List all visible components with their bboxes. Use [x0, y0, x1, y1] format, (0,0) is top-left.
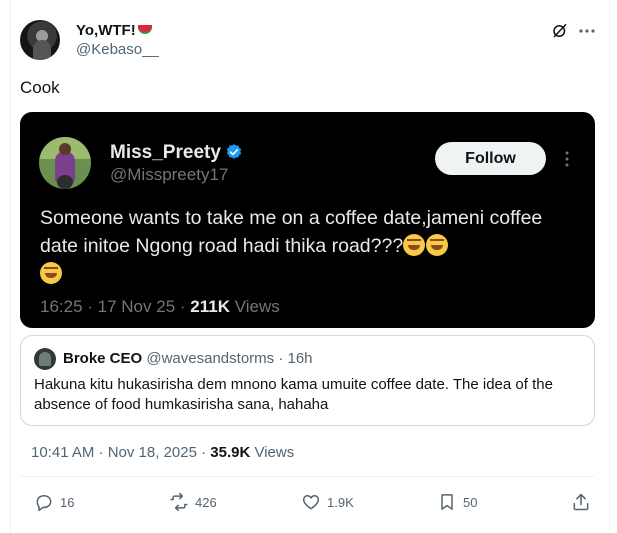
embedded-name-text: Miss_Preety: [110, 142, 221, 163]
verified-badge-icon: [226, 144, 242, 159]
reply-icon: [36, 495, 52, 512]
tweet-text: Cook: [20, 78, 60, 97]
laughing-emoji-icon: [403, 234, 426, 256]
like-button[interactable]: 1.9K: [301, 491, 354, 513]
embedded-meta: 16:25 · 17 Nov 25 · 211K Views: [40, 296, 280, 318]
heart-icon: [302, 495, 320, 510]
retweet-button[interactable]: 426: [169, 491, 217, 513]
author-handle[interactable]: @Kebaso__: [76, 40, 159, 60]
views-label: Views: [250, 444, 295, 461]
quoted-name[interactable]: Broke CEO: [63, 350, 142, 367]
bookmark-count: 50: [463, 494, 478, 510]
embedded-handle: @Misspreety17: [110, 165, 229, 184]
follow-button: Follow: [435, 142, 546, 175]
embedded-screenshot[interactable]: Miss_Preety @Misspreety17 Follow Someone…: [20, 112, 595, 328]
divider: [20, 476, 595, 477]
retweet-count: 426: [195, 494, 217, 510]
embedded-more-icon: [565, 151, 569, 167]
quoted-handle[interactable]: @wavesandstorms: [146, 350, 274, 367]
laughing-emoji-icon: [40, 262, 62, 284]
display-name[interactable]: Yo,WTF!: [76, 22, 136, 39]
embedded-avatar: [39, 137, 91, 189]
post-timestamp[interactable]: 10:41 AM · Nov 18, 2025 ·: [31, 444, 210, 461]
embedded-views-count: 211K: [190, 297, 230, 316]
laughing-emoji-icon: [426, 234, 449, 256]
reply-button[interactable]: 16: [34, 491, 74, 513]
embedded-display-name: Miss_Preety: [110, 142, 243, 164]
quoted-age: · 16h: [274, 350, 313, 367]
like-count: 1.9K: [327, 494, 354, 510]
post-meta: 10:41 AM · Nov 18, 2025 · 35.9K Views: [31, 443, 294, 463]
embedded-tweet-text: Someone wants to take me on a coffee dat…: [40, 204, 580, 288]
share-icon: [573, 493, 589, 511]
embedded-time: 16:25 · 17 Nov 25 ·: [40, 297, 191, 316]
grok-icon[interactable]: [551, 22, 569, 40]
quoted-tweet[interactable]: Broke CEO @wavesandstorms · 16h Hakuna k…: [20, 335, 595, 426]
embedded-views-label: Views: [229, 297, 280, 316]
share-button[interactable]: [571, 491, 597, 513]
author-block: Yo,WTF! @Kebaso__: [76, 22, 159, 60]
embedded-text-body: Someone wants to take me on a coffee dat…: [40, 207, 543, 257]
avatar[interactable]: [20, 20, 60, 60]
watermelon-emoji-icon: [137, 25, 152, 34]
quoted-text: Hakuna kitu hukasirisha dem mnono kama u…: [34, 376, 553, 413]
quoted-header: Broke CEO @wavesandstorms · 16h: [63, 349, 313, 369]
bookmark-button[interactable]: 50: [437, 491, 477, 513]
views-count: 35.9K: [210, 444, 251, 461]
quoted-avatar[interactable]: [34, 348, 56, 370]
bookmark-icon: [441, 494, 453, 510]
author-name-row[interactable]: Yo,WTF!: [76, 22, 159, 40]
more-icon[interactable]: [578, 26, 596, 36]
reply-count: 16: [60, 494, 75, 510]
retweet-icon: [170, 492, 188, 512]
